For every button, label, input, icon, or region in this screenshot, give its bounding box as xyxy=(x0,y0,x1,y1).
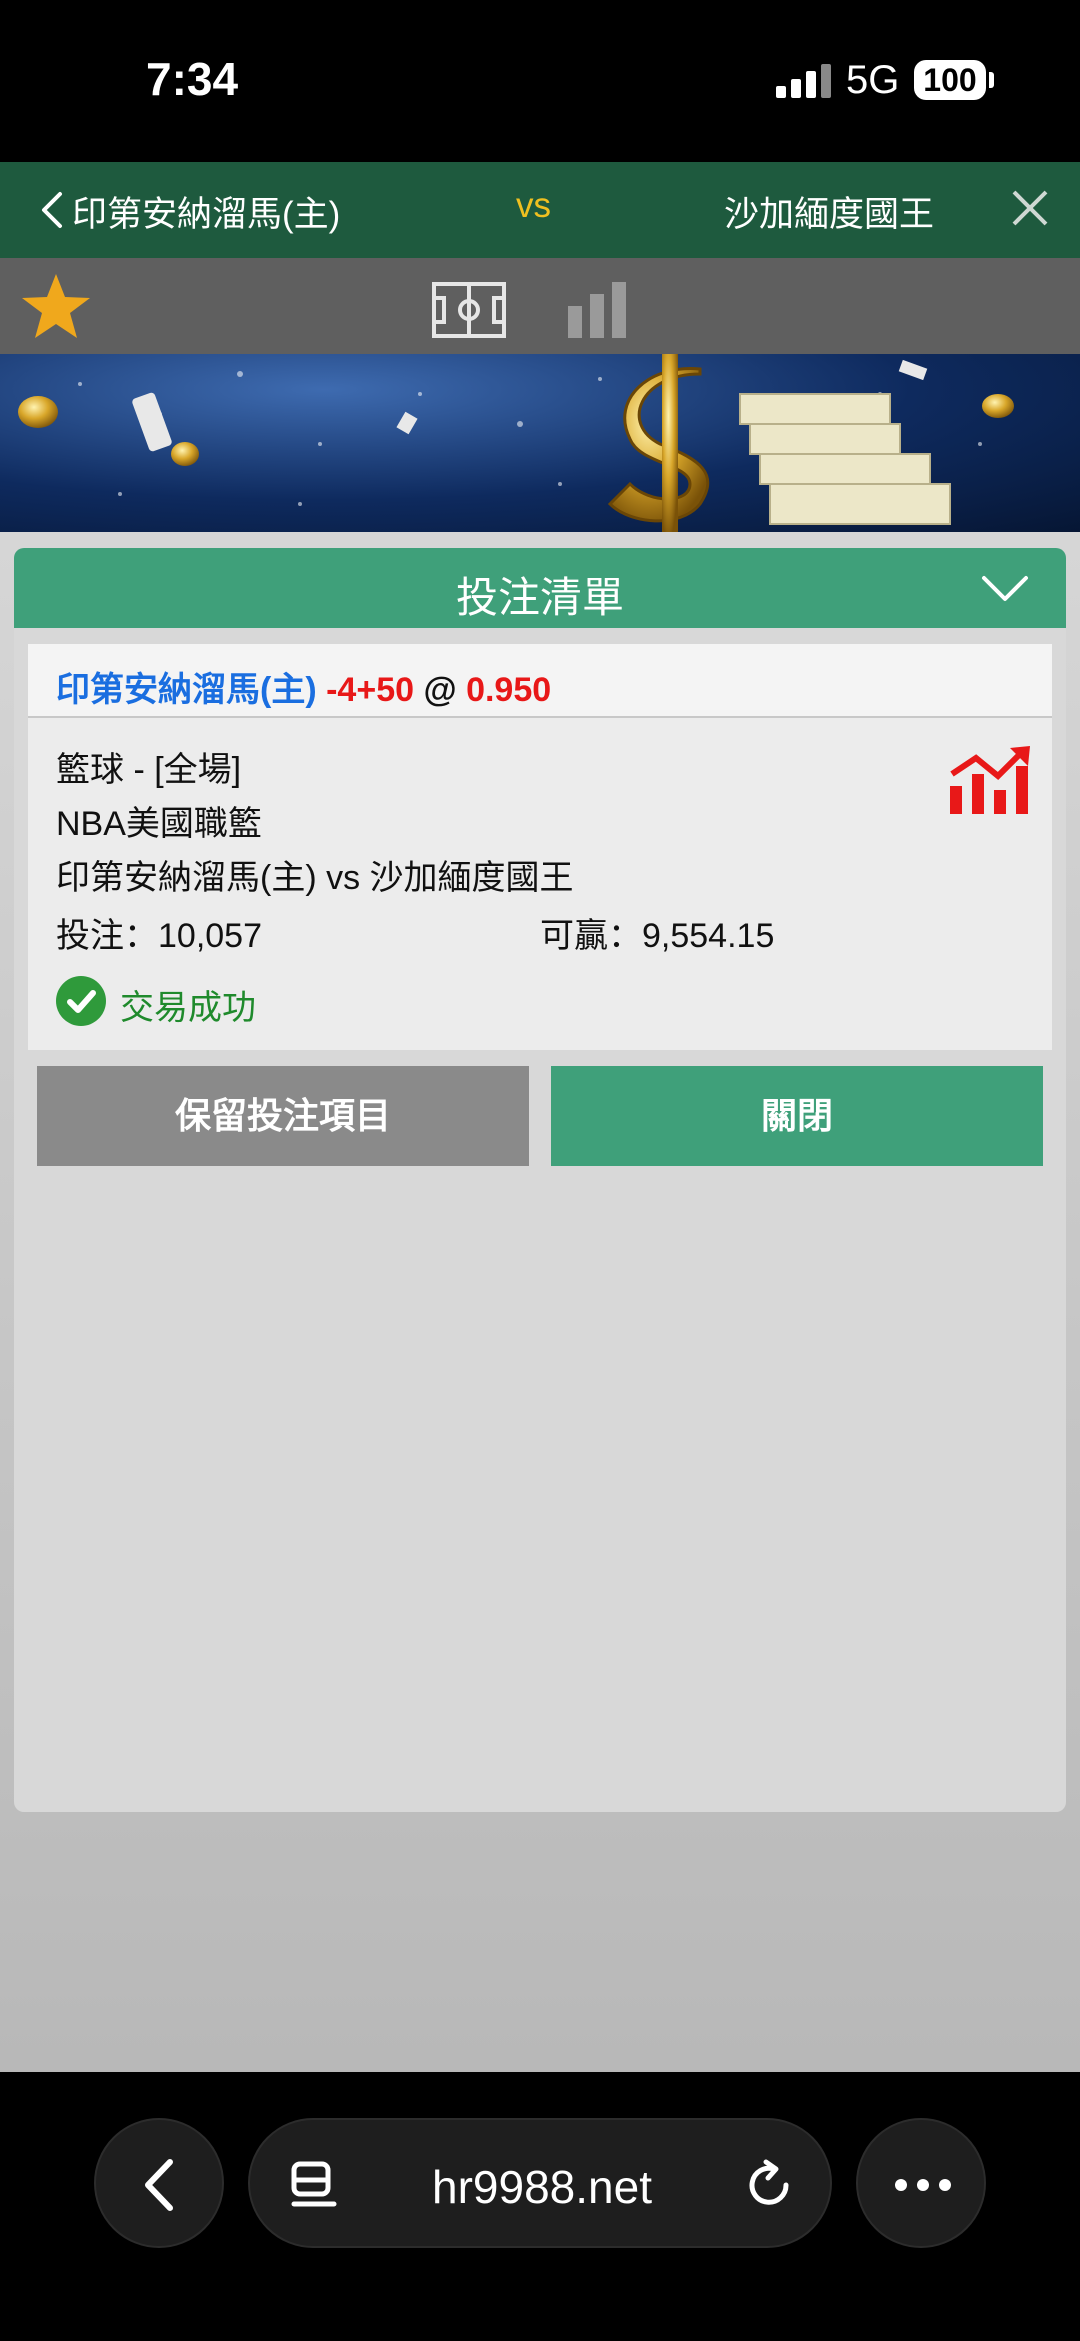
browser-toolbar: hr9988.net xyxy=(0,2072,1080,2341)
browser-back-button[interactable] xyxy=(94,2118,224,2248)
battery-tip xyxy=(989,72,994,88)
back-arrow-icon xyxy=(145,2159,173,2211)
close-icon[interactable] xyxy=(1010,188,1050,228)
money-banner-image xyxy=(18,354,1014,532)
address-bar[interactable]: hr9988.net xyxy=(248,2118,832,2248)
more-button[interactable] xyxy=(856,2118,986,2248)
home-team-name: 印第安納溜馬(主) xyxy=(72,195,341,234)
vs-label: vs xyxy=(516,186,551,225)
bet-selection: 印第安納溜馬(主) -4+50 @ 0.950 xyxy=(28,644,1052,718)
close-button[interactable]: 關閉 xyxy=(551,1066,1043,1166)
match-name: 印第安納溜馬(主) vs 沙加緬度國王 xyxy=(56,859,574,897)
selection-handicap: -4+50 xyxy=(326,671,415,709)
selection-odds: 0.950 xyxy=(466,671,552,709)
stake-amount: 投注：10,057 xyxy=(56,917,262,955)
keep-selections-button[interactable]: 保留投注項目 xyxy=(37,1066,529,1166)
bet-card: 印第安納溜馬(主) -4+50 @ 0.950 籃球 - [全場] NBA美國職… xyxy=(28,644,1052,1050)
stats-bars-icon[interactable] xyxy=(566,282,630,338)
status-time: 7:34 xyxy=(146,53,239,105)
league-name: NBA美國職籃 xyxy=(56,805,262,843)
favorite-star-icon[interactable] xyxy=(20,270,92,342)
bet-slip-header[interactable]: 投注清單 xyxy=(14,548,1066,628)
battery-icon: 100 xyxy=(914,60,986,100)
back-chevron-icon[interactable] xyxy=(34,190,74,230)
ellipsis-icon xyxy=(895,2179,951,2191)
away-team-name: 沙加緬度國王 xyxy=(724,195,935,234)
status-bar: 7:34 5G 100 xyxy=(0,0,1080,162)
trend-chart-icon[interactable] xyxy=(948,744,1032,816)
signal-icon xyxy=(776,64,831,98)
selection-team: 印第安納溜馬(主) xyxy=(56,671,317,709)
chevron-down-icon[interactable] xyxy=(980,572,1030,606)
sport-market: 籃球 - [全場] xyxy=(56,751,242,789)
promo-banner xyxy=(0,354,1080,532)
network-type: 5G xyxy=(846,58,900,102)
bet-slip-panel: 投注清單 印第安納溜馬(主) -4+50 @ 0.950 籃球 - [全場] N… xyxy=(14,548,1066,1812)
bet-slip-title: 投注清單 xyxy=(455,574,624,621)
status-text: 交易成功 xyxy=(120,989,256,1027)
field-view-icon[interactable] xyxy=(432,282,506,338)
reload-icon[interactable] xyxy=(742,2158,796,2212)
match-toolbar xyxy=(0,258,1080,354)
potential-win: 可贏：9,554.15 xyxy=(540,917,775,955)
check-circle-icon xyxy=(56,976,106,1026)
match-header: 印第安納溜馬(主) vs 沙加緬度國王 xyxy=(0,162,1080,258)
selection-at: @ xyxy=(423,671,457,709)
